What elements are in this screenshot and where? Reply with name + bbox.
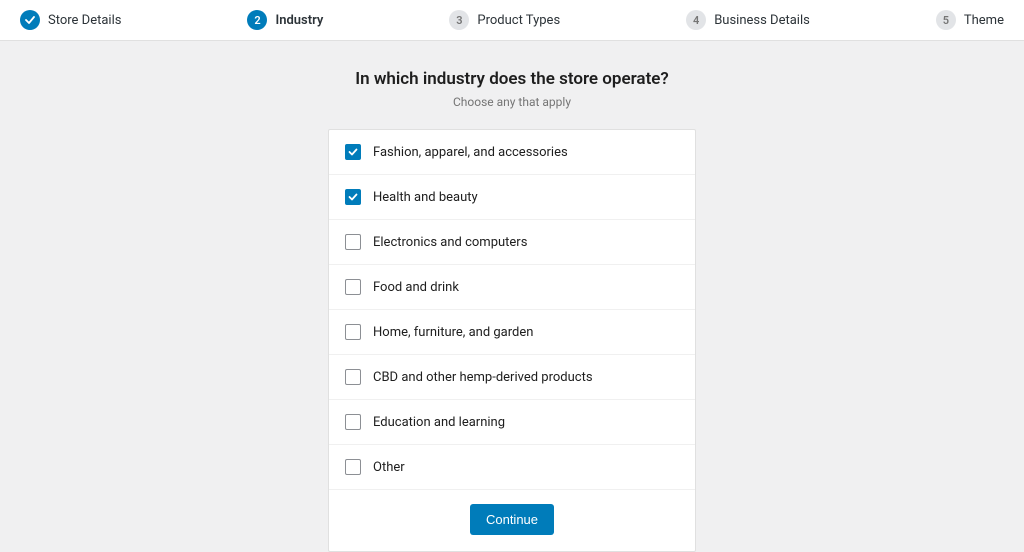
page-subtitle: Choose any that apply: [453, 95, 571, 109]
step-label: Industry: [275, 13, 323, 28]
step-label: Product Types: [477, 13, 560, 28]
checkmark-icon: [20, 10, 40, 30]
checkbox-icon[interactable]: [345, 459, 361, 475]
option-label: Education and learning: [373, 415, 505, 430]
step-theme[interactable]: 5 Theme: [936, 10, 1004, 30]
step-label: Theme: [964, 13, 1004, 28]
option-label: CBD and other hemp-derived products: [373, 370, 593, 385]
page-title: In which industry does the store operate…: [355, 69, 669, 89]
option-label: Home, furniture, and garden: [373, 325, 533, 340]
option-label: Fashion, apparel, and accessories: [373, 145, 568, 160]
option-label: Health and beauty: [373, 190, 478, 205]
option-label: Electronics and computers: [373, 235, 527, 250]
option-cbd[interactable]: CBD and other hemp-derived products: [329, 355, 695, 400]
step-number-badge: 5: [936, 10, 956, 30]
step-store-details[interactable]: Store Details: [20, 10, 121, 30]
option-food-drink[interactable]: Food and drink: [329, 265, 695, 310]
step-number-badge: 4: [686, 10, 706, 30]
option-label: Food and drink: [373, 280, 459, 295]
main-content: In which industry does the store operate…: [0, 41, 1024, 552]
checkbox-icon[interactable]: [345, 234, 361, 250]
checkbox-icon[interactable]: [345, 414, 361, 430]
checkbox-icon[interactable]: [345, 189, 361, 205]
option-home-garden[interactable]: Home, furniture, and garden: [329, 310, 695, 355]
option-education[interactable]: Education and learning: [329, 400, 695, 445]
step-label: Business Details: [714, 13, 810, 28]
step-label: Store Details: [48, 13, 121, 28]
step-industry[interactable]: 2 Industry: [247, 10, 323, 30]
continue-button[interactable]: Continue: [470, 504, 554, 535]
option-label: Other: [373, 460, 405, 475]
option-fashion[interactable]: Fashion, apparel, and accessories: [329, 130, 695, 175]
checkbox-icon[interactable]: [345, 279, 361, 295]
step-product-types[interactable]: 3 Product Types: [449, 10, 560, 30]
option-other[interactable]: Other: [329, 445, 695, 490]
step-number-badge: 3: [449, 10, 469, 30]
option-health-beauty[interactable]: Health and beauty: [329, 175, 695, 220]
checkbox-icon[interactable]: [345, 369, 361, 385]
stepper-bar: Store Details 2 Industry 3 Product Types…: [0, 0, 1024, 41]
checkbox-icon[interactable]: [345, 324, 361, 340]
option-electronics[interactable]: Electronics and computers: [329, 220, 695, 265]
industry-options-card: Fashion, apparel, and accessories Health…: [328, 129, 696, 552]
step-number-badge: 2: [247, 10, 267, 30]
step-business-details[interactable]: 4 Business Details: [686, 10, 810, 30]
card-footer: Continue: [329, 490, 695, 551]
checkbox-icon[interactable]: [345, 144, 361, 160]
